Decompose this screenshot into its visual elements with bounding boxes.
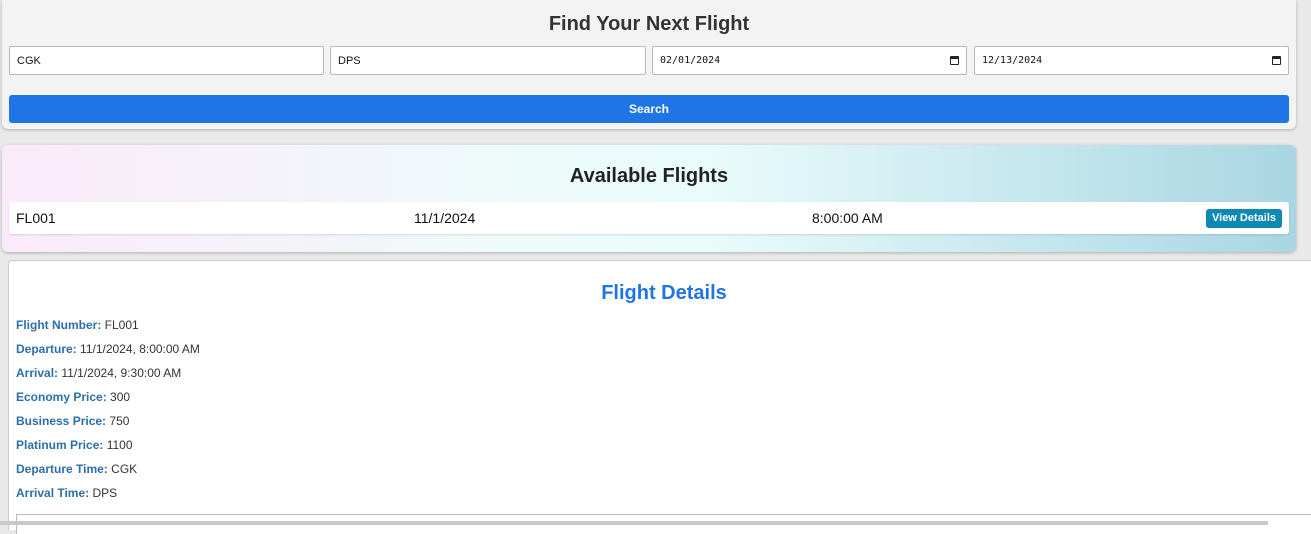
flight-time: 8:00:00 AM: [812, 210, 883, 226]
detail-value: 11/1/2024, 9:30:00 AM: [61, 366, 182, 380]
flight-details-panel: Flight Details Flight Number: FL001 Depa…: [8, 260, 1311, 534]
detail-value: 11/1/2024, 8:00:00 AM: [80, 342, 200, 356]
detail-label: Flight Number:: [16, 318, 102, 332]
detail-label: Departure Time:: [16, 462, 108, 476]
view-details-button[interactable]: View Details: [1206, 209, 1282, 228]
detail-value: 300: [110, 390, 131, 404]
detail-value: CGK: [111, 462, 138, 476]
detail-flight-number: Flight Number: FL001: [16, 318, 139, 332]
origin-value: CGK: [17, 54, 41, 67]
detail-economy-price: Economy Price: 300: [16, 390, 130, 404]
detail-label: Business Price:: [16, 414, 107, 428]
detail-label: Economy Price:: [16, 390, 107, 404]
detail-business-price: Business Price: 750: [16, 414, 129, 428]
return-date-value: 12/13/2024: [982, 55, 1043, 66]
available-flights-panel: Available Flights FL001 11/1/2024 8:00:0…: [2, 145, 1296, 252]
detail-value: 750: [109, 414, 130, 428]
flight-details-title: Flight Details: [601, 282, 727, 304]
detail-departure-time: Departure Time: CGK: [16, 462, 137, 476]
destination-value: DPS: [338, 54, 361, 67]
search-title: Find Your Next Flight: [548, 13, 750, 35]
detail-value: DPS: [92, 486, 118, 500]
flight-search-panel: Find Your Next Flight CGK DPS 02/01/2024…: [2, 0, 1296, 129]
detail-label: Platinum Price:: [16, 438, 104, 452]
depart-date-value: 02/01/2024: [660, 55, 721, 66]
detail-arrival-time: Arrival Time: DPS: [16, 486, 117, 500]
detail-value: FL001: [104, 318, 139, 332]
detail-value: 1100: [106, 438, 133, 452]
detail-label: Arrival:: [16, 366, 59, 380]
calendar-icon[interactable]: [950, 56, 959, 65]
destination-input[interactable]: DPS: [330, 46, 646, 75]
return-date-input[interactable]: 12/13/2024: [974, 46, 1289, 75]
flight-number: FL001: [16, 210, 56, 226]
depart-date-input[interactable]: 02/01/2024: [652, 46, 967, 75]
flight-row: FL001 11/1/2024 8:00:00 AM View Details: [9, 202, 1289, 234]
detail-label: Arrival Time:: [16, 486, 90, 500]
origin-input[interactable]: CGK: [9, 46, 324, 75]
detail-label: Departure:: [16, 342, 77, 356]
horizontal-scrollbar[interactable]: [0, 521, 1268, 525]
detail-departure: Departure: 11/1/2024, 8:00:00 AM: [16, 342, 200, 356]
detail-arrival: Arrival: 11/1/2024, 9:30:00 AM: [16, 366, 181, 380]
calendar-icon[interactable]: [1272, 56, 1281, 65]
search-button[interactable]: Search: [9, 95, 1289, 123]
available-flights-title: Available Flights: [569, 165, 729, 187]
flight-date: 11/1/2024: [414, 210, 476, 226]
detail-platinum-price: Platinum Price: 1100: [16, 438, 133, 452]
